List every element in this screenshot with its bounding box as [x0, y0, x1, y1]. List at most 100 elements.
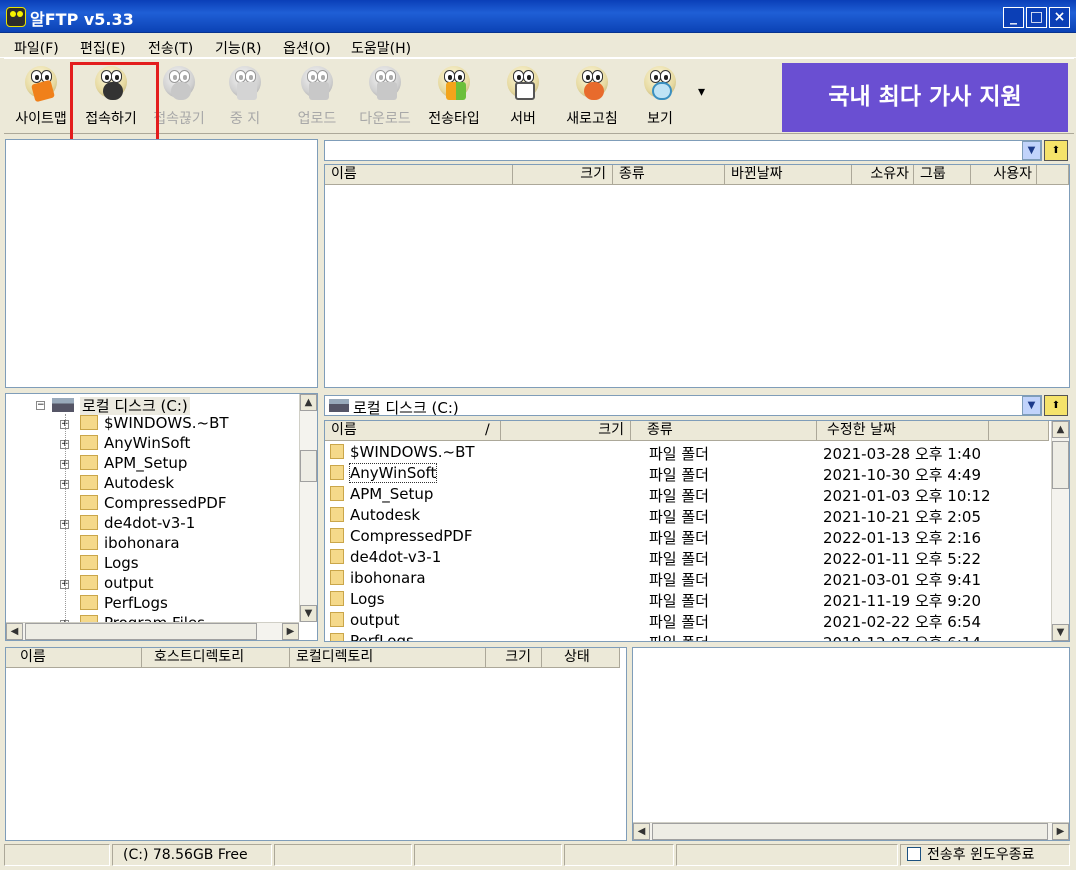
local-col-name[interactable]: 이름 / [325, 421, 501, 441]
remote-col-group[interactable]: 그룹 [914, 165, 971, 185]
upload-button[interactable]: 업로드 [280, 62, 354, 130]
local-tree-hscroll[interactable]: ◀ ▶ [6, 622, 299, 640]
menu-help[interactable]: 도움말(H) [351, 38, 411, 58]
scroll-thumb[interactable] [1052, 441, 1069, 489]
file-row[interactable]: $WINDOWS.~BT 파일 폴더 2021-03-28 오후 1:40 [330, 443, 1050, 464]
file-name: output [350, 611, 400, 629]
tree-root[interactable]: 로컬 디스크 (C:) [52, 395, 190, 416]
transfer-type-button[interactable]: 전송타입 [417, 62, 491, 130]
log-pane[interactable]: ◀ ▶ [632, 647, 1070, 841]
scroll-right-icon[interactable]: ▶ [1052, 823, 1069, 840]
tree-item[interactable]: CompressedPDF [80, 494, 226, 512]
log-hscroll[interactable]: ◀ ▶ [633, 822, 1069, 840]
remote-col-type[interactable]: 종류 [613, 165, 725, 185]
app-icon [6, 7, 26, 27]
tree-item[interactable]: APM_Setup [80, 454, 187, 472]
tree-item-label: PerfLogs [104, 594, 168, 612]
tree-item-label: AnyWinSoft [104, 434, 191, 452]
tree-item[interactable]: Autodesk [80, 474, 174, 492]
file-row[interactable]: de4dot-v3-1 파일 폴더 2022-01-11 오후 5:22 [330, 548, 1050, 569]
queue-col-size[interactable]: 크기 [486, 648, 542, 668]
remote-path-dropdown-icon[interactable]: ▼ [1022, 141, 1041, 160]
scroll-down-icon[interactable]: ▼ [300, 605, 317, 622]
remote-up-folder-icon[interactable]: ⬆ [1044, 140, 1068, 161]
ad-banner[interactable]: 국내 최다 가사 지원 [782, 63, 1068, 132]
scroll-up-icon[interactable]: ▲ [1052, 421, 1069, 438]
local-tree-vscroll[interactable]: ▲ ▼ [299, 394, 317, 622]
remote-tree-pane[interactable] [5, 139, 318, 388]
queue-col-host-dir[interactable]: 호스트디렉토리 [142, 648, 290, 668]
local-col-date[interactable]: 수정한 날짜 [817, 421, 989, 441]
tree-item[interactable]: PerfLogs [80, 594, 168, 612]
queue-col-name[interactable]: 이름 [6, 648, 142, 668]
scroll-right-icon[interactable]: ▶ [282, 623, 299, 640]
local-tree-pane[interactable]: − 로컬 디스크 (C:) + $WINDOWS.~BT + AnyWinSoft + A… [5, 393, 318, 641]
remote-col-owner[interactable]: 소유자 [852, 165, 914, 185]
scroll-down-icon[interactable]: ▼ [1052, 624, 1069, 641]
status-cell-3 [274, 844, 412, 866]
tree-collapse-icon[interactable]: − [36, 401, 45, 410]
menu-transfer[interactable]: 전송(T) [148, 38, 193, 58]
remote-col-name[interactable]: 이름 [325, 165, 513, 185]
download-button[interactable]: 다운로드 [348, 62, 422, 130]
menu-function[interactable]: 기능(R) [215, 38, 261, 58]
file-row[interactable]: AnyWinSoft 파일 폴더 2021-10-30 오후 4:49 [330, 463, 1050, 485]
file-name: APM_Setup [350, 485, 434, 503]
sitemap-label: 사이트맵 [15, 111, 67, 127]
tree-item[interactable]: de4dot-v3-1 [80, 514, 195, 532]
stop-button[interactable]: 중 지 [208, 62, 282, 130]
tree-item[interactable]: $WINDOWS.~BT [80, 414, 229, 432]
remote-path-combo[interactable]: ▼ [324, 140, 1042, 161]
tree-item-label: APM_Setup [104, 454, 188, 472]
scroll-thumb[interactable] [300, 450, 317, 482]
server-button[interactable]: 서버 [486, 62, 560, 130]
local-path-dropdown-icon[interactable]: ▼ [1022, 396, 1041, 415]
remote-col-user[interactable]: 사용자 [971, 165, 1037, 185]
folder-icon [330, 486, 344, 501]
tree-item[interactable]: output [80, 574, 153, 592]
queue-col-local-dir[interactable]: 로컬디렉토리 [290, 648, 486, 668]
remote-file-list[interactable]: 이름 크기 종류 바뀐날짜 소유자 그룹 사용자 [324, 164, 1070, 388]
scroll-up-icon[interactable]: ▲ [300, 394, 317, 411]
menu-file[interactable]: 파일(F) [14, 38, 59, 58]
menu-options[interactable]: 옵션(O) [283, 38, 331, 58]
minimize-button[interactable]: _ [1003, 7, 1024, 28]
local-path-combo[interactable]: 로컬 디스크 (C:) ▼ [324, 395, 1042, 417]
file-row[interactable]: CompressedPDF 파일 폴더 2022-01-13 오후 2:16 [330, 527, 1050, 548]
scroll-left-icon[interactable]: ◀ [633, 823, 650, 840]
view-icon [642, 66, 678, 104]
file-row[interactable]: APM_Setup 파일 폴더 2021-01-03 오후 10:12 [330, 485, 1050, 506]
checkbox[interactable] [907, 847, 921, 861]
hscroll-thumb[interactable] [25, 623, 257, 640]
refresh-button[interactable]: 새로고침 [555, 62, 629, 130]
file-row[interactable]: Logs 파일 폴더 2021-11-19 오후 9:20 [330, 590, 1050, 611]
title-bar [0, 0, 1076, 33]
file-row[interactable]: ibohonara 파일 폴더 2021-03-01 오후 9:41 [330, 569, 1050, 590]
local-up-folder-icon[interactable]: ⬆ [1044, 395, 1068, 416]
maximize-button[interactable]: □ [1026, 7, 1047, 28]
queue-col-status[interactable]: 상태 [542, 648, 620, 668]
sitemap-button[interactable]: 사이트맵 [4, 62, 78, 130]
view-button[interactable]: 보기 [623, 62, 697, 130]
transfer-queue-list[interactable]: 이름 호스트디렉토리 로컬디렉토리 크기 상태 [5, 647, 627, 841]
scroll-left-icon[interactable]: ◀ [6, 623, 23, 640]
close-after-transfer-toggle[interactable]: 전송후 윈도우종료 [900, 844, 1070, 866]
file-row[interactable]: Autodesk 파일 폴더 2021-10-21 오후 2:05 [330, 506, 1050, 527]
remote-col-date[interactable]: 바뀐날짜 [725, 165, 852, 185]
tree-item[interactable]: AnyWinSoft [80, 434, 190, 452]
close-after-transfer-label: 전송후 윈도우종료 [927, 847, 1035, 863]
remote-col-size[interactable]: 크기 [513, 165, 613, 185]
menu-edit[interactable]: 편집(E) [80, 38, 126, 58]
tree-item[interactable]: ibohonara [80, 534, 180, 552]
toolbar-more-arrow[interactable]: ▾ [698, 84, 705, 100]
close-button[interactable]: × [1049, 7, 1070, 28]
local-files-vscroll[interactable]: ▲ ▼ [1051, 421, 1069, 641]
local-col-type[interactable]: 종류 [631, 421, 817, 441]
tree-item[interactable]: Logs [80, 554, 139, 572]
local-col-size[interactable]: 크기 [501, 421, 631, 441]
file-row[interactable]: output 파일 폴더 2021-02-22 오후 6:54 [330, 611, 1050, 632]
file-row[interactable]: PerfLogs 파일 폴더 2019-12-07 오후 6:14 [330, 632, 1050, 641]
hscroll-thumb[interactable] [652, 823, 1048, 840]
transfer-type-label: 전송타입 [428, 111, 480, 127]
local-file-list[interactable]: 이름 / 크기 종류 수정한 날짜 $WINDOWS.~BT 파일 폴더 2021-0… [324, 420, 1070, 642]
